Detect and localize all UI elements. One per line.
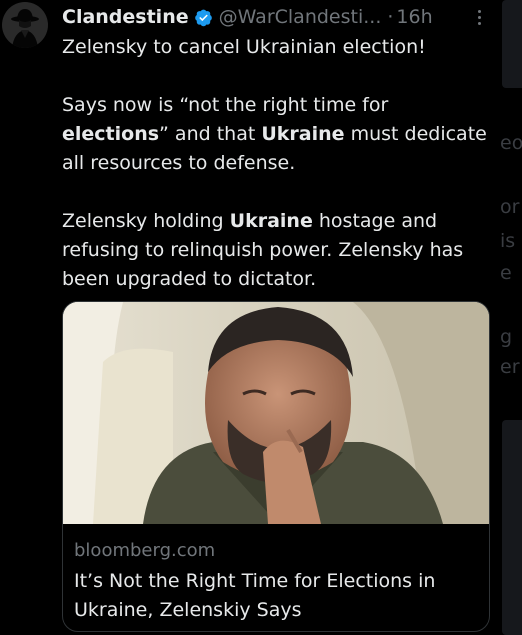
side-fragment: eo [500,132,522,154]
more-options-icon[interactable] [472,8,486,28]
adjacent-column: eo or is e g er [500,0,522,635]
side-fragment: er [500,356,520,378]
avatar[interactable] [2,2,48,48]
tweet-paragraph-3: Zelensky holding Ukraine hostage and ref… [62,210,464,290]
verified-badge-icon [194,9,212,26]
page: Clandestine @WarClandesti... · 16h Zelen… [0,0,522,635]
side-fragment: e [500,262,512,284]
author-handle[interactable]: @WarClandesti... [219,6,382,28]
card-title: It’s Not the Right Time for Elections in… [74,570,436,621]
tweet-header: Clandestine @WarClandesti... · 16h [62,4,433,30]
tweet-paragraph-2: Says now is “not the right time for elec… [62,94,487,174]
separator-dot: · [387,6,394,28]
side-fragment: or [500,196,520,218]
side-panel [502,0,522,88]
timestamp[interactable]: 16h [396,6,432,28]
link-card[interactable]: bloomberg.com It’s Not the Right Time fo… [62,301,490,632]
card-image[interactable] [63,302,489,524]
side-panel [502,420,522,635]
tweet[interactable]: Clandestine @WarClandesti... · 16h Zelen… [0,0,500,635]
tweet-text: Zelensky to cancel Ukrainian election! S… [62,33,492,294]
card-domain: bloomberg.com [74,540,216,561]
author-name[interactable]: Clandestine [62,6,189,28]
tweet-line-1: Zelensky to cancel Ukrainian election! [62,36,426,58]
side-fragment: is [500,230,516,252]
spy-silhouette-icon [2,2,48,48]
side-fragment: g [500,326,513,348]
